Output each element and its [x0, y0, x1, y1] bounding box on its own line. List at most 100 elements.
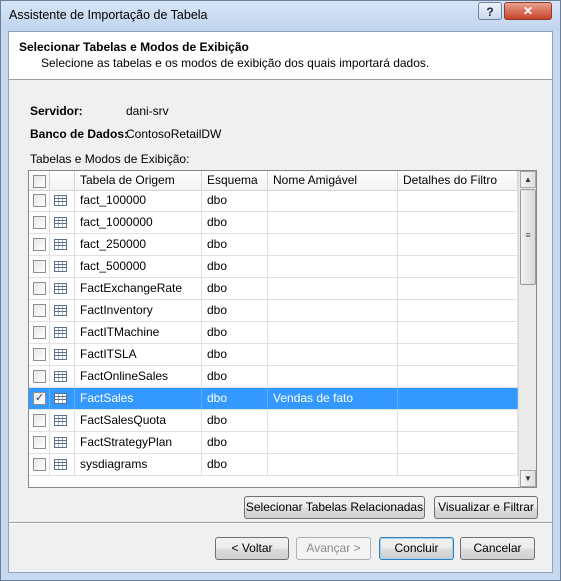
row-checkbox[interactable]	[33, 370, 46, 383]
server-label: Servidor:	[30, 104, 83, 118]
friendly-name-cell[interactable]	[268, 300, 398, 321]
row-checkbox[interactable]	[33, 348, 46, 361]
table-icon	[54, 415, 67, 426]
scrollbar-thumb[interactable]: ≡	[520, 189, 536, 285]
window-title: Assistente de Importação de Tabela	[9, 8, 208, 22]
row-checkbox[interactable]	[33, 238, 46, 251]
back-button[interactable]: < Voltar	[215, 537, 289, 560]
row-checkbox-cell	[29, 322, 50, 343]
help-button[interactable]: ?	[478, 2, 502, 20]
row-checkbox[interactable]	[33, 194, 46, 207]
finish-button[interactable]: Concluir	[379, 537, 454, 560]
row-checkbox-cell	[29, 278, 50, 299]
row-icon-cell	[50, 234, 75, 255]
table-row[interactable]: FactInventory dbo	[29, 300, 518, 322]
friendly-name-cell[interactable]	[268, 432, 398, 453]
table-row[interactable]: FactStrategyPlan dbo	[29, 432, 518, 454]
table-icon	[54, 393, 67, 404]
step-description: Selecione as tabelas e os modos de exibi…	[41, 56, 430, 70]
friendly-name-cell[interactable]: Vendas de fato	[268, 388, 398, 409]
table-row[interactable]: fact_500000 dbo	[29, 256, 518, 278]
table-row[interactable]: FactITSLA dbo	[29, 344, 518, 366]
row-checkbox[interactable]	[33, 436, 46, 449]
schema-cell: dbo	[202, 432, 268, 453]
table-row[interactable]: FactSalesQuota dbo	[29, 410, 518, 432]
friendly-name-cell[interactable]	[268, 454, 398, 475]
friendly-name-cell[interactable]	[268, 366, 398, 387]
schema-cell: dbo	[202, 366, 268, 387]
row-checkbox[interactable]	[33, 260, 46, 273]
database-label: Banco de Dados:	[30, 127, 129, 141]
select-related-tables-button[interactable]: Selecionar Tabelas Relacionadas	[244, 496, 425, 519]
column-header-friendly-name[interactable]: Nome Amigável	[268, 171, 398, 190]
friendly-name-cell[interactable]	[268, 410, 398, 431]
table-icon	[54, 459, 67, 470]
table-icon	[54, 305, 67, 316]
filter-details-cell	[398, 278, 518, 299]
next-button[interactable]: Avançar >	[296, 537, 371, 560]
filter-details-cell	[398, 454, 518, 475]
table-row[interactable]: fact_100000 dbo	[29, 190, 518, 212]
row-checkbox-cell	[29, 212, 50, 233]
table-row[interactable]: fact_250000 dbo	[29, 234, 518, 256]
schema-cell: dbo	[202, 454, 268, 475]
table-row[interactable]: sysdiagrams dbo	[29, 454, 518, 476]
select-all-checkbox[interactable]	[33, 175, 46, 188]
schema-cell: dbo	[202, 322, 268, 343]
preview-filter-button[interactable]: Visualizar e Filtrar	[434, 496, 538, 519]
filter-details-cell	[398, 322, 518, 343]
import-wizard-dialog: Assistente de Importação de Tabela ? ✕ S…	[0, 0, 561, 581]
row-checkbox-cell	[29, 366, 50, 387]
tables-grid[interactable]: Tabela de Origem Esquema Nome Amigável D…	[28, 170, 537, 488]
source-table-cell: fact_500000	[75, 256, 202, 277]
row-checkbox[interactable]	[33, 304, 46, 317]
schema-cell: dbo	[202, 278, 268, 299]
row-icon-cell	[50, 432, 75, 453]
table-icon	[54, 327, 67, 338]
row-checkbox[interactable]	[33, 282, 46, 295]
server-value: dani-srv	[126, 104, 169, 118]
scroll-up-arrow-icon[interactable]: ▲	[520, 171, 536, 188]
row-icon-cell	[50, 388, 75, 409]
wizard-header: Selecionar Tabelas e Modos de Exibição S…	[9, 32, 552, 80]
friendly-name-cell[interactable]	[268, 234, 398, 255]
source-table-cell: FactSalesQuota	[75, 410, 202, 431]
friendly-name-cell[interactable]	[268, 278, 398, 299]
source-table-cell: fact_250000	[75, 234, 202, 255]
column-header-schema[interactable]: Esquema	[202, 171, 268, 190]
friendly-name-cell[interactable]	[268, 212, 398, 233]
cancel-button[interactable]: Cancelar	[460, 537, 535, 560]
row-checkbox[interactable]	[33, 216, 46, 229]
row-icon-cell	[50, 212, 75, 233]
table-row[interactable]: FactExchangeRate dbo	[29, 278, 518, 300]
row-checkbox[interactable]	[33, 414, 46, 427]
column-header-filter-details[interactable]: Detalhes do Filtro	[398, 171, 518, 190]
friendly-name-cell[interactable]	[268, 322, 398, 343]
table-row[interactable]: FactITMachine dbo	[29, 322, 518, 344]
table-row[interactable]: ✓ FactSales dbo Vendas de fato	[29, 388, 518, 410]
schema-cell: dbo	[202, 256, 268, 277]
table-icon	[54, 239, 67, 250]
row-checkbox[interactable]: ✓	[33, 392, 46, 405]
row-checkbox[interactable]	[33, 458, 46, 471]
friendly-name-cell[interactable]	[268, 256, 398, 277]
row-icon-cell	[50, 322, 75, 343]
row-checkbox[interactable]	[33, 326, 46, 339]
table-icon	[54, 437, 67, 448]
title-bar[interactable]: Assistente de Importação de Tabela ? ✕	[1, 1, 560, 31]
table-icon	[54, 195, 67, 206]
friendly-name-cell[interactable]	[268, 190, 398, 211]
row-checkbox-cell	[29, 300, 50, 321]
grid-vertical-scrollbar[interactable]: ▲ ≡ ▼	[518, 171, 536, 487]
row-checkbox-cell: ✓	[29, 388, 50, 409]
column-header-source[interactable]: Tabela de Origem	[75, 171, 202, 190]
filter-details-cell	[398, 410, 518, 431]
friendly-name-cell[interactable]	[268, 344, 398, 365]
schema-cell: dbo	[202, 212, 268, 233]
row-checkbox-cell	[29, 344, 50, 365]
database-value: ContosoRetailDW	[126, 127, 222, 141]
scroll-down-arrow-icon[interactable]: ▼	[520, 470, 536, 487]
close-button[interactable]: ✕	[504, 2, 552, 20]
table-row[interactable]: FactOnlineSales dbo	[29, 366, 518, 388]
table-row[interactable]: fact_1000000 dbo	[29, 212, 518, 234]
